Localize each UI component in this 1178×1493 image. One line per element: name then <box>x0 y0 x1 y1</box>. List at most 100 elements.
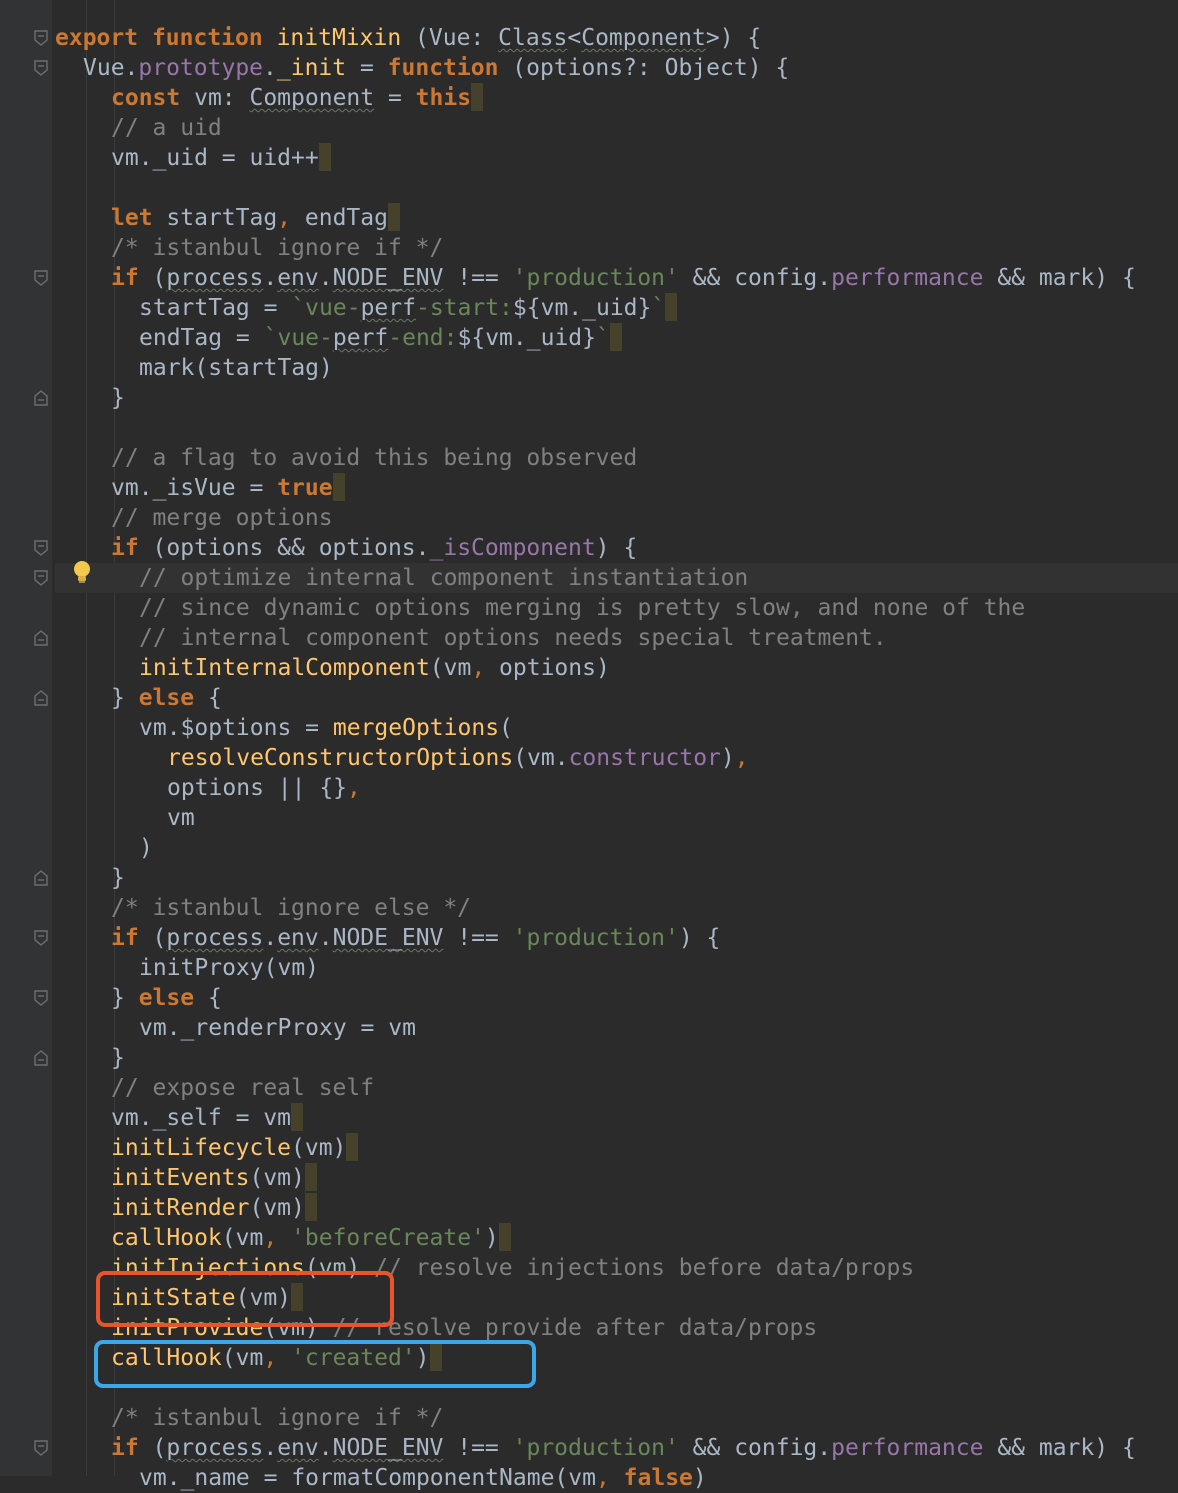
fold-open-icon[interactable] <box>33 269 49 287</box>
code-line[interactable]: initInternalComponent(vm, options) <box>55 653 1178 683</box>
code-line[interactable]: callHook(vm, 'beforeCreate') <box>55 1223 1178 1253</box>
code-line[interactable]: if (process.env.NODE_ENV !== 'production… <box>55 1433 1178 1463</box>
code-line[interactable]: // internal component options needs spec… <box>55 623 1178 653</box>
code-token: ${vm._uid} <box>512 295 652 321</box>
fold-close-icon[interactable] <box>33 869 49 887</box>
code-line[interactable]: initEvents(vm) <box>55 1163 1178 1193</box>
code-line[interactable] <box>55 173 1178 203</box>
code-line[interactable]: resolveConstructorOptions(vm.constructor… <box>55 743 1178 773</box>
lightbulb-icon[interactable] <box>70 558 94 586</box>
code-line[interactable]: ) <box>55 833 1178 863</box>
code-token: Vue. <box>83 55 139 81</box>
fold-open-icon[interactable] <box>33 989 49 1007</box>
fold-open-icon[interactable] <box>33 1439 49 1457</box>
fold-open-icon[interactable] <box>33 569 49 587</box>
code-line[interactable]: startTag = `vue-perf-start:${vm._uid}` <box>55 293 1178 323</box>
code-token: ( <box>499 715 513 741</box>
caret-marker <box>291 1103 304 1131</box>
code-token: // resolve injections before data/props <box>374 1255 915 1281</box>
caret-marker <box>609 323 622 351</box>
code-token: this <box>415 85 472 111</box>
code-token: `vue- <box>291 295 361 321</box>
fold-open-icon[interactable] <box>33 59 49 77</box>
code-line[interactable]: // since dynamic options merging is pret… <box>55 593 1178 623</box>
code-token: perf <box>360 295 416 321</box>
code-line[interactable]: if (options && options._isComponent) { <box>55 533 1178 563</box>
code-line[interactable]: // optimize internal component instantia… <box>55 563 1178 593</box>
code-token: // optimize internal component instantia… <box>139 565 749 591</box>
fold-close-icon[interactable] <box>33 689 49 707</box>
code-token: initLifecycle <box>111 1135 292 1161</box>
code-line[interactable]: // expose real self <box>55 1073 1178 1103</box>
code-line[interactable]: } <box>55 383 1178 413</box>
code-line[interactable]: vm <box>55 803 1178 833</box>
code-token: callHook <box>111 1225 222 1251</box>
code-token: (vm) <box>249 1165 305 1191</box>
code-line[interactable]: vm._renderProxy = vm <box>55 1013 1178 1043</box>
code-line[interactable]: } <box>55 863 1178 893</box>
code-token: performance <box>831 1435 984 1461</box>
code-token: (vm <box>429 655 472 681</box>
initstate-highlight-box <box>96 1271 394 1327</box>
code-line[interactable]: } else { <box>55 683 1178 713</box>
code-line[interactable]: endTag = `vue-perf-end:${vm._uid}` <box>55 323 1178 353</box>
code-token: . <box>263 925 278 951</box>
code-line[interactable]: /* istanbul ignore else */ <box>55 893 1178 923</box>
code-token: && config. <box>678 1435 832 1461</box>
code-line[interactable]: vm._uid = uid++ <box>55 143 1178 173</box>
fold-open-icon[interactable] <box>33 929 49 947</box>
code-token: (vm) <box>291 1135 347 1161</box>
fold-close-icon[interactable] <box>33 629 49 647</box>
code-line[interactable]: mark(startTag) <box>55 353 1178 383</box>
code-line[interactable]: initRender(vm) <box>55 1193 1178 1223</box>
code-line[interactable]: /* istanbul ignore if */ <box>55 1403 1178 1433</box>
code-token: NODE_ENV <box>332 925 444 951</box>
code-line[interactable]: vm.$options = mergeOptions( <box>55 713 1178 743</box>
code-line[interactable]: vm._isVue = true <box>55 473 1178 503</box>
fold-close-icon[interactable] <box>33 1049 49 1067</box>
code-token: vm._self = vm <box>111 1105 292 1131</box>
editor-gutter <box>0 0 52 1476</box>
caret-marker <box>304 1163 317 1191</box>
code-line[interactable] <box>55 413 1178 443</box>
code-line[interactable]: // a flag to avoid this being observed <box>55 443 1178 473</box>
code-token: initRender <box>111 1195 250 1221</box>
code-token: /* istanbul ignore else */ <box>111 895 472 921</box>
code-line[interactable]: export function initMixin (Vue: Class<Co… <box>55 23 1178 53</box>
code-token: _isComponent <box>429 535 596 561</box>
code-line[interactable]: options || {}, <box>55 773 1178 803</box>
code-line[interactable]: vm._self = vm <box>55 1103 1178 1133</box>
code-line[interactable]: // merge options <box>55 503 1178 533</box>
code-token: /* istanbul ignore if */ <box>111 235 444 261</box>
code-line[interactable]: vm._name = formatComponentName(vm, false… <box>55 1463 1178 1493</box>
code-line[interactable]: /* istanbul ignore if */ <box>55 233 1178 263</box>
fold-open-icon[interactable] <box>33 539 49 557</box>
code-token: Component <box>249 85 375 111</box>
code-token: vm.$options = <box>139 715 333 741</box>
code-line[interactable]: Vue.prototype._init = function (options?… <box>55 53 1178 83</box>
code-token: perf <box>332 325 389 351</box>
code-line[interactable]: } else { <box>55 983 1178 1013</box>
code-token: // resolve provide after data/props <box>332 1315 818 1341</box>
code-token: 'production' <box>512 925 679 951</box>
code-line[interactable]: initProxy(vm) <box>55 953 1178 983</box>
code-line[interactable]: if (process.env.NODE_ENV !== 'production… <box>55 263 1178 293</box>
code-token: , <box>277 205 305 231</box>
code-line[interactable]: const vm: Component = this <box>55 83 1178 113</box>
code-line[interactable]: } <box>55 1043 1178 1073</box>
code-token: else <box>138 685 208 711</box>
code-token: } <box>111 865 125 891</box>
code-line[interactable]: if (process.env.NODE_ENV !== 'production… <box>55 923 1178 953</box>
code-line[interactable]: initLifecycle(vm) <box>55 1133 1178 1163</box>
code-line[interactable]: // a uid <box>55 113 1178 143</box>
code-token: ( <box>152 925 167 951</box>
code-token: } <box>111 385 125 411</box>
fold-open-icon[interactable] <box>33 29 49 47</box>
code-token: && config. <box>678 265 832 291</box>
code-token: options) <box>499 655 610 681</box>
code-line[interactable]: let startTag, endTag <box>55 203 1178 233</box>
created-hook-highlight-box <box>94 1340 536 1388</box>
caret-marker <box>498 1223 511 1251</box>
code-token: 'beforeCreate' <box>291 1225 485 1251</box>
fold-close-icon[interactable] <box>33 389 49 407</box>
